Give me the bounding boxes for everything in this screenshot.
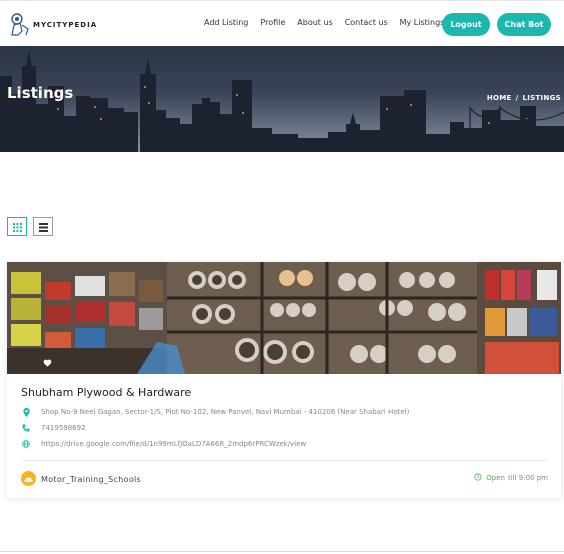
breadcrumb-home[interactable]: HOME xyxy=(487,94,512,102)
listing-card[interactable]: Shubham Plywood & Hardware Shop No-9 Nee… xyxy=(7,262,561,498)
clock-icon xyxy=(474,473,482,483)
site-logo[interactable]: MYCITYPEDIA xyxy=(8,10,97,38)
listing-phone-row: 7419598692 xyxy=(21,423,86,433)
status-open: Open xyxy=(486,474,505,482)
logo-text: MYCITYPEDIA xyxy=(33,21,98,29)
card-divider xyxy=(21,460,548,461)
category-badge[interactable] xyxy=(21,471,36,486)
car-icon xyxy=(24,469,33,488)
listing-address: Shop No-9 Neel Gagan, Sector-1/S, Plot N… xyxy=(41,408,410,416)
heart-icon xyxy=(43,352,52,371)
opening-status: Open till 9:00 pm xyxy=(474,473,548,483)
listing-website-row: https://drive.google.com/file/d/1n99mLfJ… xyxy=(21,439,306,449)
breadcrumb-separator: / xyxy=(515,94,519,102)
map-pin-icon xyxy=(21,407,31,417)
nav-add-listing[interactable]: Add Listing xyxy=(204,18,248,27)
breadcrumb: HOME / LISTINGS xyxy=(483,94,561,102)
status-hours: till 9:00 pm xyxy=(507,474,548,482)
list-view-button[interactable] xyxy=(33,217,53,236)
footer-divider xyxy=(0,551,564,552)
main-nav: Add Listing Profile About us Contact us … xyxy=(204,18,456,27)
listing-address-row: Shop No-9 Neel Gagan, Sector-1/S, Plot N… xyxy=(21,407,409,417)
city-skyline-image xyxy=(0,50,564,152)
nav-profile[interactable]: Profile xyxy=(260,18,285,27)
listing-title[interactable]: Shubham Plywood & Hardware xyxy=(21,386,191,399)
listing-phone[interactable]: 7419598692 xyxy=(41,424,86,432)
favorite-button[interactable] xyxy=(43,352,52,371)
grid-view-icon xyxy=(12,217,22,236)
logo-icon xyxy=(8,11,32,37)
list-view-icon xyxy=(38,217,48,236)
listing-image[interactable] xyxy=(7,262,561,374)
hero-banner: Listings HOME / LISTINGS xyxy=(0,46,564,152)
listing-category[interactable]: Motor_Training_Schools xyxy=(41,475,141,484)
logout-button[interactable]: Logout xyxy=(442,13,490,36)
listing-website[interactable]: https://drive.google.com/file/d/1n99mLfJ… xyxy=(41,440,306,448)
page-title: Listings xyxy=(7,84,74,102)
phone-icon xyxy=(21,423,31,433)
globe-icon xyxy=(21,439,31,449)
grid-view-button[interactable] xyxy=(7,217,27,236)
nav-my-listings[interactable]: My Listings xyxy=(400,18,445,27)
breadcrumb-current: LISTINGS xyxy=(522,94,561,102)
nav-about-us[interactable]: About us xyxy=(297,18,332,27)
chat-bot-button[interactable]: Chat Bot xyxy=(497,13,551,36)
nav-contact-us[interactable]: Contact us xyxy=(345,18,388,27)
navbar: MYCITYPEDIA Add Listing Profile About us… xyxy=(0,0,564,46)
